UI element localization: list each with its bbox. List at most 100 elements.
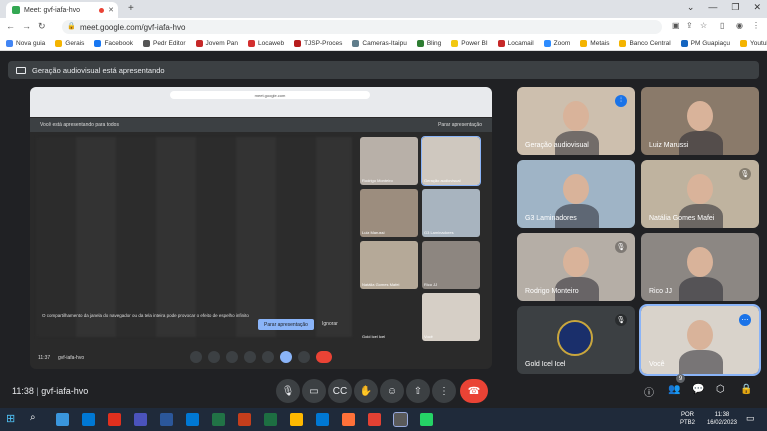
shared-participant-tile: Rico JJ (422, 241, 480, 289)
bookmark-item[interactable]: Locamail (497, 39, 534, 47)
meeting-time: 11:38 (12, 386, 34, 396)
bookmark-item[interactable]: Youtube (740, 39, 767, 47)
taskbar-app-icon[interactable] (393, 412, 408, 427)
browser-tab[interactable]: Meet: gvf-iafa-hvo ✕ (6, 2, 118, 18)
participant-name: Gold Icel Icel (525, 361, 566, 368)
participant-tile[interactable]: 🎙 Rodrigo Monteiro (517, 233, 635, 301)
back-icon[interactable]: ← (6, 21, 15, 31)
bookmark-icon (55, 39, 63, 47)
taskbar-app-icon[interactable] (134, 413, 147, 426)
bookmark-item[interactable]: Pedr Editor (142, 39, 186, 47)
bookmark-item[interactable]: Cameras-Itaipu (352, 39, 407, 47)
bookmark-item[interactable]: Zoom (543, 39, 571, 47)
bookmark-item[interactable]: Jovem Pan (195, 39, 238, 47)
taskbar-app-icon[interactable] (342, 413, 355, 426)
taskbar-app-icon[interactable] (264, 413, 277, 426)
bookmark-icon (94, 39, 102, 47)
participant-tile[interactable]: Rico JJ (641, 233, 759, 301)
bookmark-icon (740, 39, 748, 47)
chat-icon[interactable]: 💬 (692, 384, 704, 395)
notifications-icon[interactable]: ▭ (746, 413, 755, 424)
clock-time: 11:38 (714, 412, 730, 418)
participant-tile[interactable]: 🎙 Gold Icel Icel (517, 306, 635, 374)
system-clock[interactable]: 11:38 16/02/2023 (707, 411, 737, 427)
camera-button[interactable]: ▭ (302, 379, 326, 403)
bookmark-icon (195, 39, 203, 47)
taskbar-app-icon[interactable] (82, 413, 95, 426)
taskbar-app-icon[interactable] (290, 413, 303, 426)
bookmarks-bar: Nova guia Gerais Facebook Pedr Editor Jovem … (0, 36, 767, 51)
shared-participant-tile: G3 Laminadores (422, 189, 480, 237)
reload-icon[interactable]: ↻ (38, 21, 46, 32)
participant-tile[interactable]: ⋯ Você (639, 304, 761, 376)
participant-tile[interactable]: G3 Laminadores (517, 160, 635, 228)
menu-icon[interactable]: ⋮ (752, 21, 760, 30)
keyboard-language[interactable]: POR PTB2 (680, 411, 695, 427)
search-icon[interactable]: ⌕ (30, 412, 36, 423)
shared-participant-name: G3 Laminadores (424, 230, 454, 235)
forward-icon[interactable]: → (22, 21, 31, 31)
camera-indicator-icon[interactable]: ▣ (672, 21, 680, 30)
end-call-button[interactable]: ☎ (460, 379, 488, 403)
bookmark-label: Zoom (553, 39, 571, 47)
new-tab-button[interactable]: + (128, 3, 134, 14)
bookmark-icon (142, 39, 150, 47)
dropdown-icon[interactable]: ⌄ (687, 2, 695, 13)
taskbar-app-icon[interactable] (316, 413, 329, 426)
lock-icon[interactable]: 🔒 (67, 22, 76, 30)
speaking-icon: ⦙ (615, 95, 627, 107)
close-tab-icon[interactable]: ✕ (108, 6, 114, 14)
participant-tile[interactable]: Luiz Marussi (641, 87, 759, 155)
share-icon[interactable]: ⇪ (686, 21, 693, 30)
taskbar-app-icon[interactable] (420, 413, 433, 426)
taskbar-app-icon[interactable] (108, 413, 121, 426)
taskbar-app-icon[interactable] (160, 413, 173, 426)
captions-button[interactable]: CC (328, 379, 352, 403)
taskbar-app-icon[interactable] (212, 413, 225, 426)
bookmark-item[interactable]: Metais (580, 39, 609, 47)
bookmark-item[interactable]: Facebook (94, 39, 133, 47)
bookmark-item[interactable]: Nova guia (6, 39, 45, 47)
bookmark-icon (619, 39, 627, 47)
participant-face (563, 174, 589, 204)
participant-face (687, 320, 713, 350)
start-icon[interactable]: ⊞ (6, 412, 15, 425)
taskbar-app-icon[interactable] (368, 413, 381, 426)
bookmark-item[interactable]: Gerais (55, 39, 84, 47)
more-options-button[interactable]: ⋮ (432, 379, 456, 403)
bookmark-item[interactable]: PM Guapiaçu (680, 39, 730, 47)
close-window-icon[interactable]: ✕ (753, 2, 761, 13)
bookmark-item[interactable]: Power BI (451, 39, 488, 47)
taskbar-app-icon[interactable] (186, 413, 199, 426)
sidepanel-icon[interactable]: ▯ (720, 21, 724, 30)
participant-tile[interactable]: ⦙ Geração audiovisual (517, 87, 635, 155)
bookmark-star-icon[interactable]: ☆ (700, 21, 707, 30)
reactions-button[interactable]: ☺ (380, 379, 404, 403)
raise-hand-button[interactable]: ✋ (354, 379, 378, 403)
bookmark-item[interactable]: Banco Central (619, 39, 671, 47)
maximize-icon[interactable]: ❐ (731, 2, 739, 13)
profile-avatar-icon[interactable]: ◉ (736, 21, 743, 30)
participant-tile[interactable]: 🎙 Natália Gomes Mafei (641, 160, 759, 228)
microphone-button[interactable]: 🎙 (276, 379, 300, 403)
bookmark-item[interactable]: Locaweb (248, 39, 284, 47)
bookmark-icon (416, 39, 424, 47)
taskbar-app-icon[interactable] (238, 413, 251, 426)
present-button[interactable]: ⇧ (406, 379, 430, 403)
taskbar-app-icon[interactable] (56, 413, 69, 426)
bookmark-item[interactable]: TJSP-Proces (294, 39, 342, 47)
participant-name: Rodrigo Monteiro (525, 288, 579, 295)
minimize-icon[interactable]: — (708, 2, 717, 13)
url-field[interactable]: meet.google.com/gvf-iafa-hvo (62, 20, 662, 34)
shared-participant-tile: Gold Icel Icel (360, 293, 418, 341)
participant-face (687, 174, 713, 204)
bookmark-item[interactable]: Bling (416, 39, 441, 47)
meeting-time-code: 11:38 | gvf-iafa-hvo (12, 386, 89, 396)
info-icon[interactable]: ⓘ (644, 384, 654, 399)
more-options-icon[interactable]: ⋯ (739, 314, 751, 326)
shared-more-icon (298, 351, 310, 363)
meet-favicon-icon (12, 6, 20, 14)
activities-icon[interactable]: ⬡ (716, 384, 725, 395)
host-controls-icon[interactable]: 🔒 (740, 384, 752, 395)
people-icon[interactable]: 👥 (668, 384, 680, 395)
